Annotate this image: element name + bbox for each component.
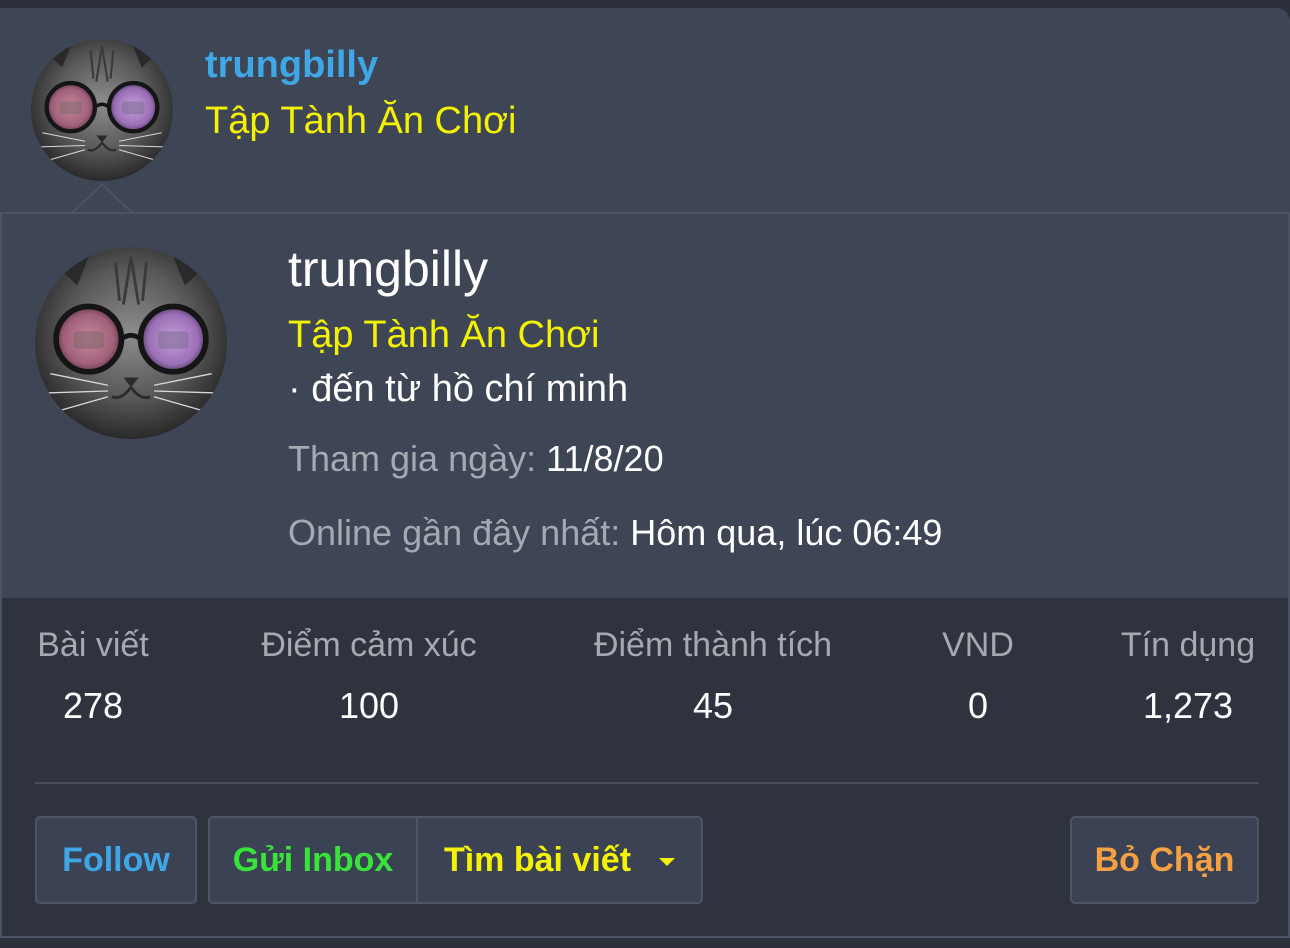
user-header: trungbilly Tập Tành Ăn Chơi bbox=[0, 8, 1290, 214]
member-info: trungbilly Tập Tành Ăn Chơi · đến từ hồ … bbox=[0, 212, 1290, 600]
joined-label: Tham gia ngày: bbox=[288, 438, 537, 479]
stat-label: Điểm cảm xúc bbox=[261, 626, 477, 664]
stat-posts: Bài viết 278 bbox=[35, 626, 151, 727]
profile-username-link[interactable]: trungbilly bbox=[288, 240, 488, 298]
profile-user-title: Tập Tành Ăn Chơi bbox=[288, 314, 600, 356]
joined-value: 11/8/20 bbox=[546, 438, 664, 479]
message-button-group: Gửi Inbox Tìm bài viết bbox=[208, 816, 703, 904]
stat-value: 0 bbox=[967, 685, 989, 726]
stat-reactions: Điểm cảm xúc 100 bbox=[254, 626, 484, 727]
caret-down-icon bbox=[659, 858, 676, 866]
last-online-row: Online gần đây nhất: Hôm qua, lúc 06:49 bbox=[288, 512, 942, 554]
send-inbox-button[interactable]: Gửi Inbox bbox=[210, 818, 418, 902]
find-posts-label: Tìm bài viết bbox=[443, 840, 632, 879]
stat-credits: Tín dụng 1,273 bbox=[1116, 626, 1260, 727]
avatar[interactable] bbox=[31, 39, 173, 181]
unblock-button[interactable]: Bỏ Chặn bbox=[1070, 816, 1259, 904]
follow-button[interactable]: Follow bbox=[35, 816, 197, 904]
stat-vnd: VND 0 bbox=[940, 626, 1016, 727]
stat-value: 1,273 bbox=[1142, 685, 1234, 726]
stat-value: 278 bbox=[62, 685, 124, 726]
header-username-link[interactable]: trungbilly bbox=[205, 44, 378, 87]
cat-avatar-icon bbox=[31, 39, 173, 181]
member-stats-footer: Bài viết 278 Điểm cảm xúc 100 Điểm thành… bbox=[0, 598, 1290, 938]
last-online-label: Online gần đây nhất: bbox=[288, 512, 621, 553]
stat-value: 100 bbox=[338, 685, 400, 726]
member-tooltip: trungbilly Tập Tành Ăn Chơi · đến từ hồ … bbox=[0, 183, 1290, 948]
last-online-value: Hôm qua, lúc 06:49 bbox=[630, 512, 943, 553]
stat-trophy-points: Điểm thành tích 45 bbox=[586, 626, 840, 727]
profile-location: · đến từ hồ chí minh bbox=[288, 368, 629, 410]
stat-label: VND bbox=[942, 626, 1014, 664]
joined-date-row: Tham gia ngày: 11/8/20 bbox=[288, 438, 664, 480]
stat-label: Tín dụng bbox=[1120, 626, 1256, 664]
stat-label: Bài viết bbox=[37, 626, 149, 664]
stat-label: Điểm thành tích bbox=[593, 626, 833, 664]
header-user-title: Tập Tành Ăn Chơi bbox=[205, 100, 517, 142]
profile-avatar[interactable] bbox=[35, 247, 227, 439]
divider bbox=[35, 782, 1259, 784]
find-posts-button[interactable]: Tìm bài viết bbox=[418, 818, 701, 902]
stat-value: 45 bbox=[692, 685, 734, 726]
cat-avatar-icon bbox=[35, 247, 227, 439]
